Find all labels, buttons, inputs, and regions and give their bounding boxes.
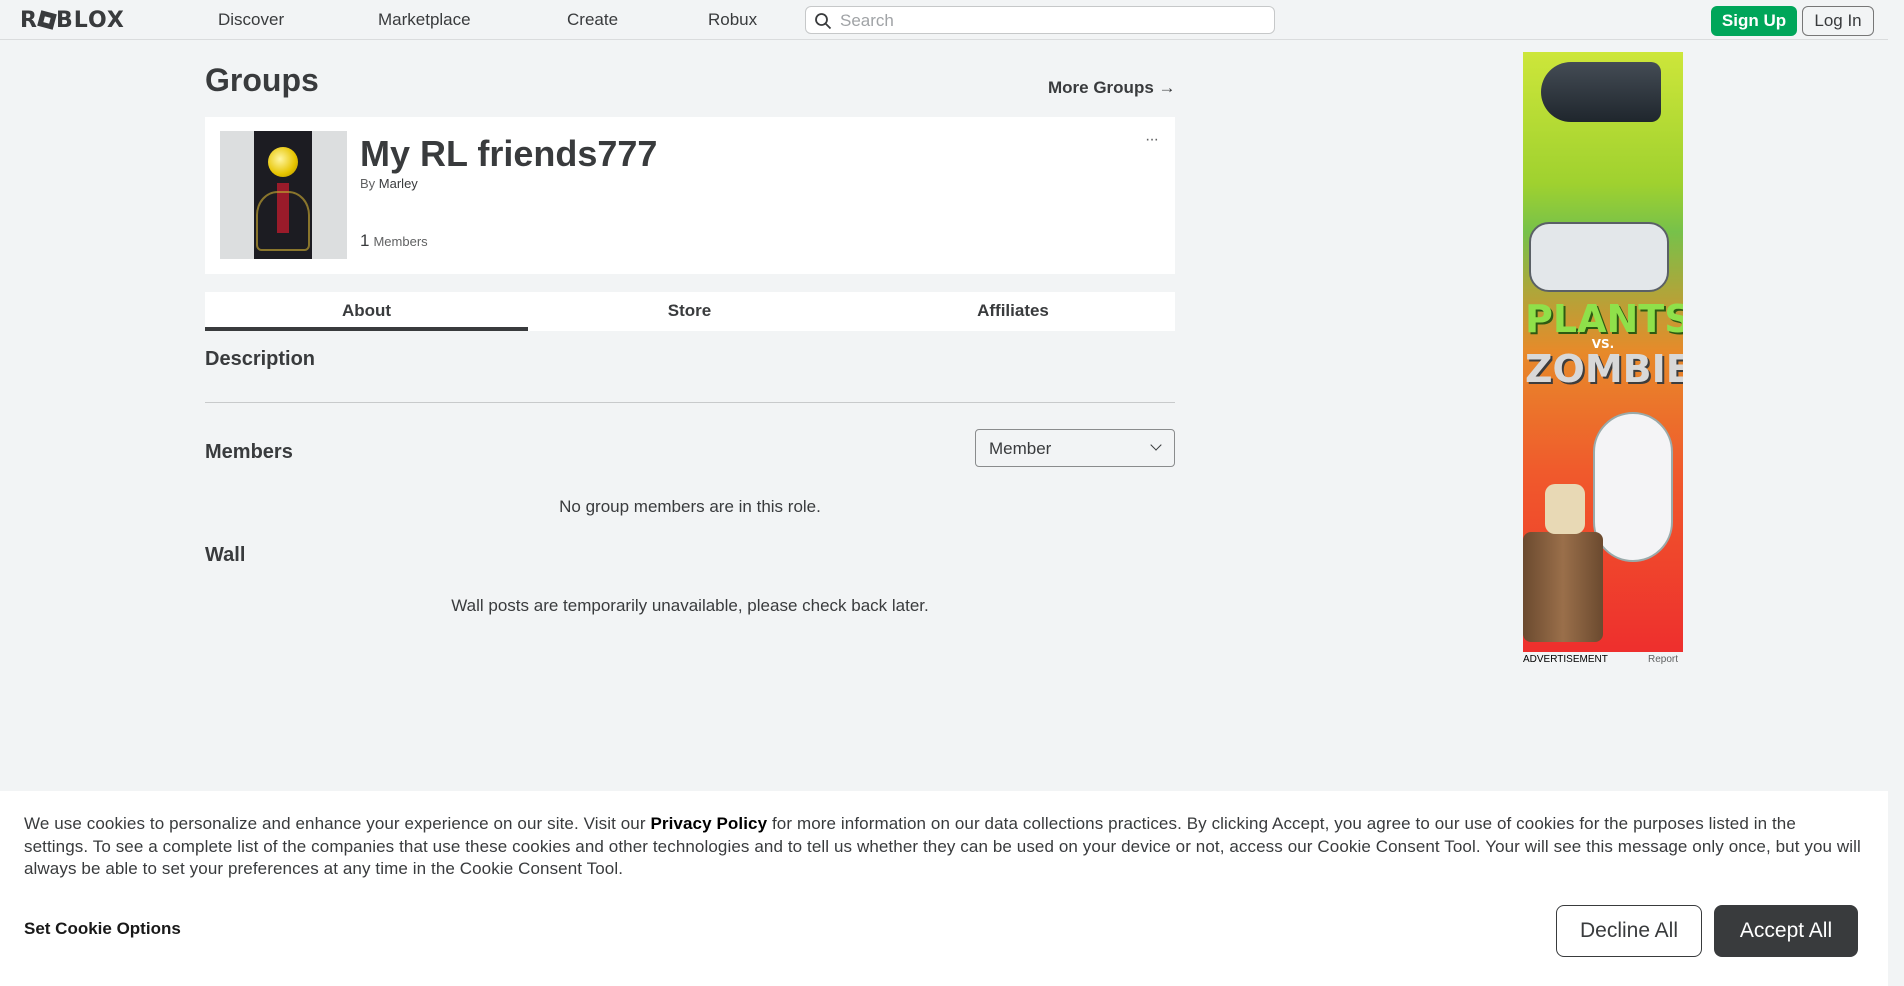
search-input[interactable]: Search [805, 6, 1275, 34]
group-name: My RL friends777 [360, 133, 658, 174]
more-groups-link[interactable]: More Groups → [1048, 78, 1176, 98]
group-tabs: About Store Affiliates [205, 292, 1175, 331]
chevron-down-icon [1150, 439, 1162, 451]
group-owner-line: By Marley [360, 176, 418, 191]
nav-marketplace[interactable]: Marketplace [378, 10, 471, 30]
search-placeholder: Search [840, 11, 894, 30]
role-dropdown[interactable]: Member [975, 429, 1175, 467]
page-scrollbar[interactable] [1888, 0, 1904, 986]
accept-all-button[interactable]: Accept All [1714, 905, 1858, 957]
more-options-icon[interactable]: ··· [1145, 131, 1159, 149]
ad-camera-figure [1541, 62, 1661, 122]
page-title: Groups [205, 62, 319, 98]
signup-button[interactable]: Sign Up [1711, 6, 1797, 36]
nav-discover[interactable]: Discover [218, 10, 284, 30]
search-icon [815, 13, 832, 30]
nav-create[interactable]: Create [567, 10, 618, 30]
set-cookie-options-link[interactable]: Set Cookie Options [24, 919, 181, 939]
ad-report-link[interactable]: Report [1648, 654, 1678, 665]
by-label: By [360, 176, 376, 191]
divider [205, 402, 1175, 403]
logo-mark-icon [37, 10, 57, 30]
wall-heading: Wall [205, 544, 246, 566]
advertisement-banner[interactable]: PLANTS VS. ZOMBIES [1523, 52, 1683, 652]
ad-barrel-figure [1523, 532, 1603, 642]
ad-character-figure [1545, 484, 1585, 534]
tab-store[interactable]: Store [528, 292, 851, 331]
wall-unavailable-message: Wall posts are temporarily unavailable, … [451, 596, 929, 615]
tab-about[interactable]: About [205, 292, 528, 331]
members-heading: Members [205, 441, 293, 463]
member-count-value: 1 [360, 231, 370, 250]
no-members-message: No group members are in this role. [559, 497, 821, 516]
cookie-message: We use cookies to personalize and enhanc… [24, 814, 1861, 878]
top-nav-bar: R BLOX Discover Marketplace Create Robux … [0, 0, 1904, 40]
ad-car-figure [1529, 222, 1669, 292]
ad-game-title: PLANTS VS. ZOMBIES [1525, 297, 1683, 391]
role-dropdown-value: Member [989, 439, 1052, 458]
group-owner-link[interactable]: Marley [379, 176, 418, 191]
login-button[interactable]: Log In [1802, 6, 1874, 36]
decline-all-button[interactable]: Decline All [1556, 905, 1702, 957]
nav-robux[interactable]: Robux [708, 10, 757, 30]
ad-label: ADVERTISEMENT [1523, 654, 1608, 665]
member-count: 1 Members [360, 231, 428, 251]
member-count-label: Members [373, 234, 428, 249]
ad-toilet-figure [1593, 412, 1673, 562]
group-header-card: My RL friends777 By Marley 1 Members ··· [205, 117, 1175, 274]
privacy-policy-link[interactable]: Privacy Policy [650, 814, 767, 833]
cookie-banner: We use cookies to personalize and enhanc… [0, 791, 1888, 986]
roblox-logo[interactable]: R BLOX [20, 8, 125, 33]
tab-affiliates[interactable]: Affiliates [851, 292, 1175, 331]
description-heading: Description [205, 348, 316, 370]
group-emblem [220, 131, 347, 259]
